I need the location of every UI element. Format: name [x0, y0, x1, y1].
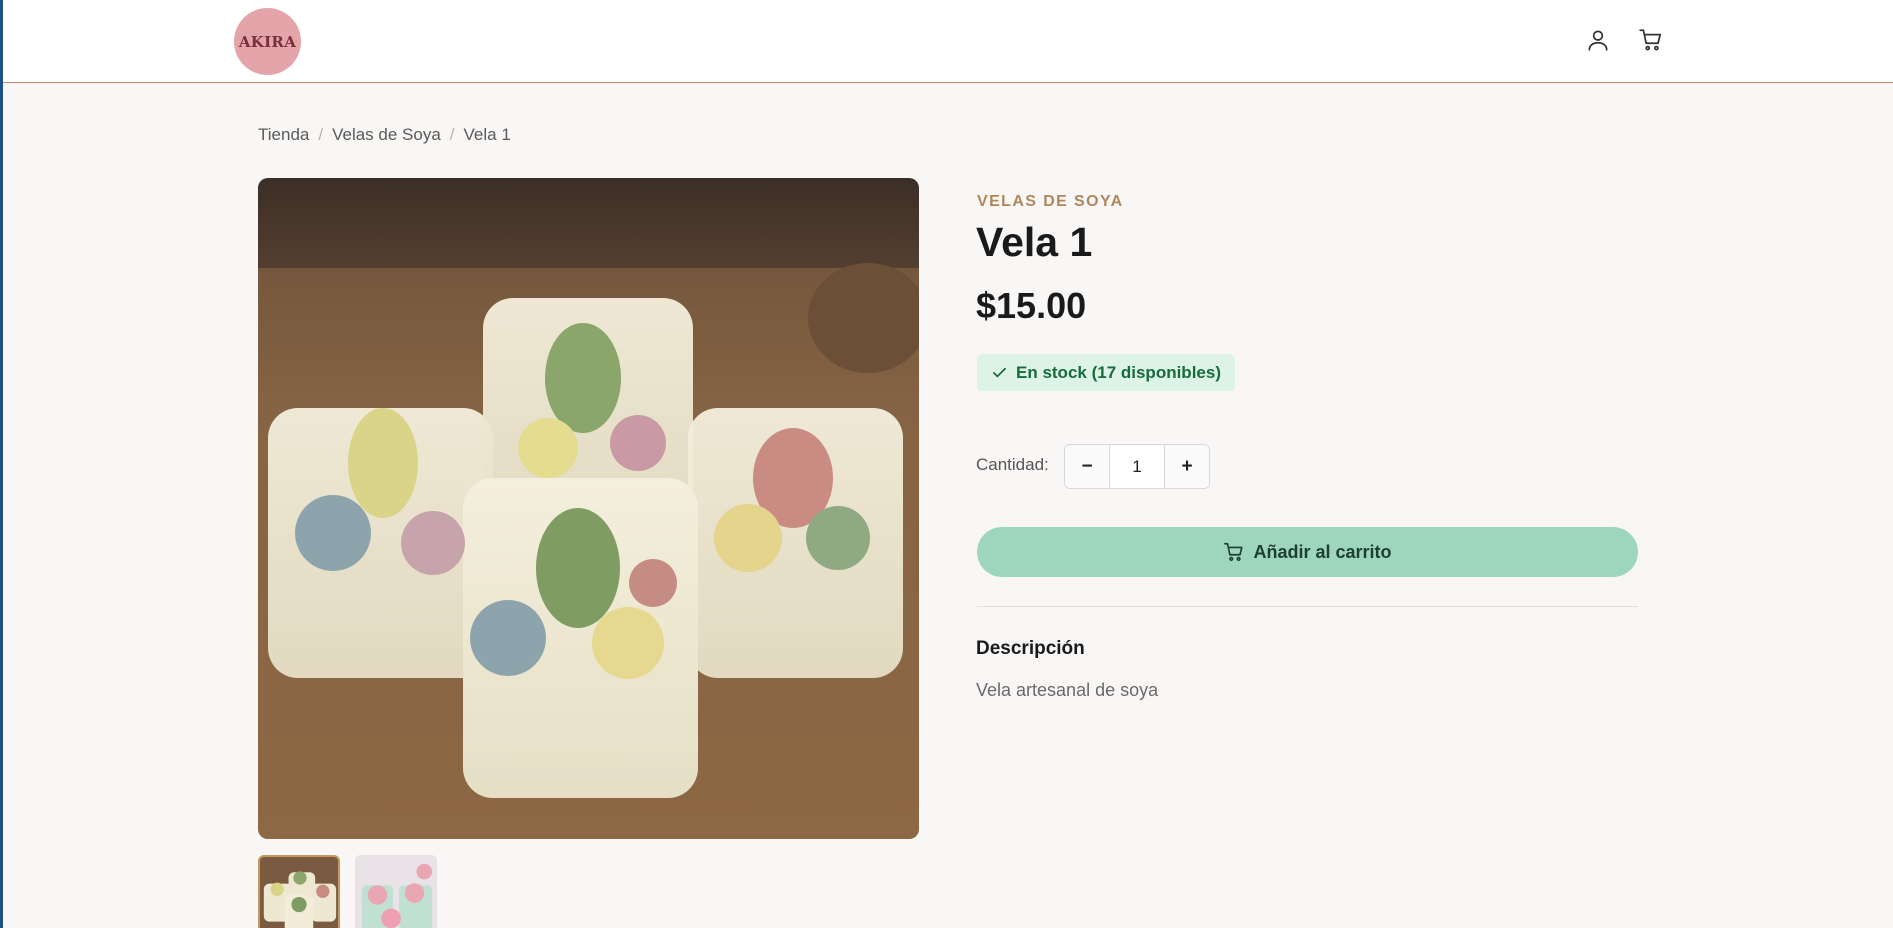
stock-badge: En stock (17 disponibles) — [977, 354, 1235, 391]
breadcrumb: Tienda / Velas de Soya / Vela 1 — [258, 125, 511, 145]
check-icon — [992, 367, 1007, 378]
quantity-input[interactable]: 1 — [1109, 445, 1165, 488]
site-header: AKIRA — [3, 0, 1893, 83]
breadcrumb-link-tienda[interactable]: Tienda — [258, 125, 309, 145]
product-category: VELAS DE SOYA — [977, 193, 1124, 210]
add-to-cart-label: Añadir al carrito — [1253, 541, 1392, 562]
logo[interactable]: AKIRA — [234, 8, 301, 75]
quantity-stepper: − 1 + — [1064, 444, 1210, 489]
increment-button[interactable]: + — [1165, 445, 1209, 488]
quantity-label: Cantidad: — [976, 455, 1049, 474]
breadcrumb-separator: / — [318, 125, 324, 144]
cart-icon[interactable] — [1636, 25, 1666, 55]
product-thumbnail-2[interactable] — [355, 855, 437, 928]
add-to-cart-button[interactable]: Añadir al carrito — [977, 527, 1638, 577]
product-price: $15.00 — [976, 285, 1087, 326]
description-heading: Descripción — [976, 638, 1085, 659]
description-text: Vela artesanal de soya — [976, 680, 1159, 700]
user-icon[interactable] — [1583, 25, 1613, 55]
stock-text: En stock (17 disponibles) — [1016, 362, 1221, 382]
breadcrumb-current: Vela 1 — [463, 125, 511, 144]
product-title: Vela 1 — [976, 219, 1093, 265]
divider — [977, 606, 1638, 607]
window-edge — [0, 0, 3, 928]
product-thumbnail-1[interactable] — [258, 855, 340, 928]
product-main-image — [258, 178, 919, 839]
decrement-button[interactable]: − — [1065, 445, 1109, 488]
breadcrumb-separator: / — [449, 125, 455, 144]
cart-icon — [1224, 542, 1244, 561]
breadcrumb-link-velas-de-soya[interactable]: Velas de Soya — [332, 125, 441, 145]
